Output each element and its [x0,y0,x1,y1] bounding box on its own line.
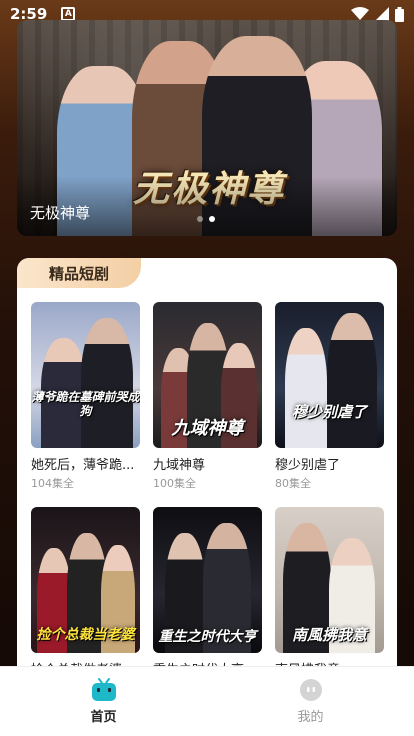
poster-title: 重生之时代大亨 [158,629,257,645]
drama-poster[interactable]: 九域神尊 [153,302,262,448]
pagination-dot-active[interactable] [209,216,215,222]
poster-title: 穆少别虐了 [291,403,367,421]
profile-icon [299,679,322,701]
drama-card[interactable]: 南風拂我意 南风拂我意 [275,507,384,680]
banner-caption: 无极神尊 [30,204,91,222]
notification-icon: A [61,7,76,21]
nav-home[interactable]: 首页 [0,667,207,736]
poster-title: 捡个总裁当老婆 [36,627,135,643]
drama-card[interactable]: 穆少别虐了 穆少别虐了 80集全 [275,302,384,491]
drama-grid: 薄爷跪在墓碑前哭成狗 她死后，薄爷跪... 104集全 九域神尊 九域神尊 10… [31,302,384,680]
drama-poster[interactable]: 重生之时代大亨 [153,507,262,653]
drama-title: 穆少别虐了 [275,458,341,472]
poster-title: 九域神尊 [171,418,244,439]
poster-title: 南風拂我意 [291,626,367,644]
nav-home-label: 首页 [90,710,117,725]
drama-episodes: 104集全 [31,477,74,490]
drama-title: 她死后，薄爷跪... [31,458,135,472]
drama-episodes: 80集全 [275,477,311,490]
drama-card[interactable]: 重生之时代大亨 重生之时代大亨 [153,507,262,680]
poster-figure [285,328,327,448]
drama-episodes: 100集全 [153,477,196,490]
poster-figure [327,313,377,448]
pagination-dot[interactable] [197,216,203,222]
signal-icon [375,7,389,21]
drama-poster[interactable]: 捡个总裁当老婆 [31,507,140,653]
featured-section: 精品短剧 薄爷跪在墓碑前哭成狗 她死后，薄爷跪... 104集全 九域神尊 九域… [17,258,397,688]
poster-figure [81,318,133,448]
nav-mine[interactable]: 我的 [207,667,414,736]
drama-card[interactable]: 九域神尊 九域神尊 100集全 [153,302,262,491]
banner-pagination [197,216,215,222]
drama-card[interactable]: 薄爷跪在墓碑前哭成狗 她死后，薄爷跪... 104集全 [31,302,140,491]
bottom-nav: 首页 我的 [0,666,414,736]
drama-poster[interactable]: 南風拂我意 [275,507,384,653]
drama-poster[interactable]: 薄爷跪在墓碑前哭成狗 [31,302,140,448]
wifi-icon [351,7,369,20]
tv-icon [91,678,116,701]
poster-title: 薄爷跪在墓碑前哭成狗 [31,390,140,418]
drama-poster[interactable]: 穆少别虐了 [275,302,384,448]
drama-card[interactable]: 捡个总裁当老婆 捡个总裁做老婆 [31,507,140,680]
drama-title: 九域神尊 [153,458,206,472]
section-title: 精品短剧 [17,258,141,288]
hero-banner[interactable]: 无极神尊 无极神尊 [17,20,397,236]
nav-mine-label: 我的 [297,710,324,725]
